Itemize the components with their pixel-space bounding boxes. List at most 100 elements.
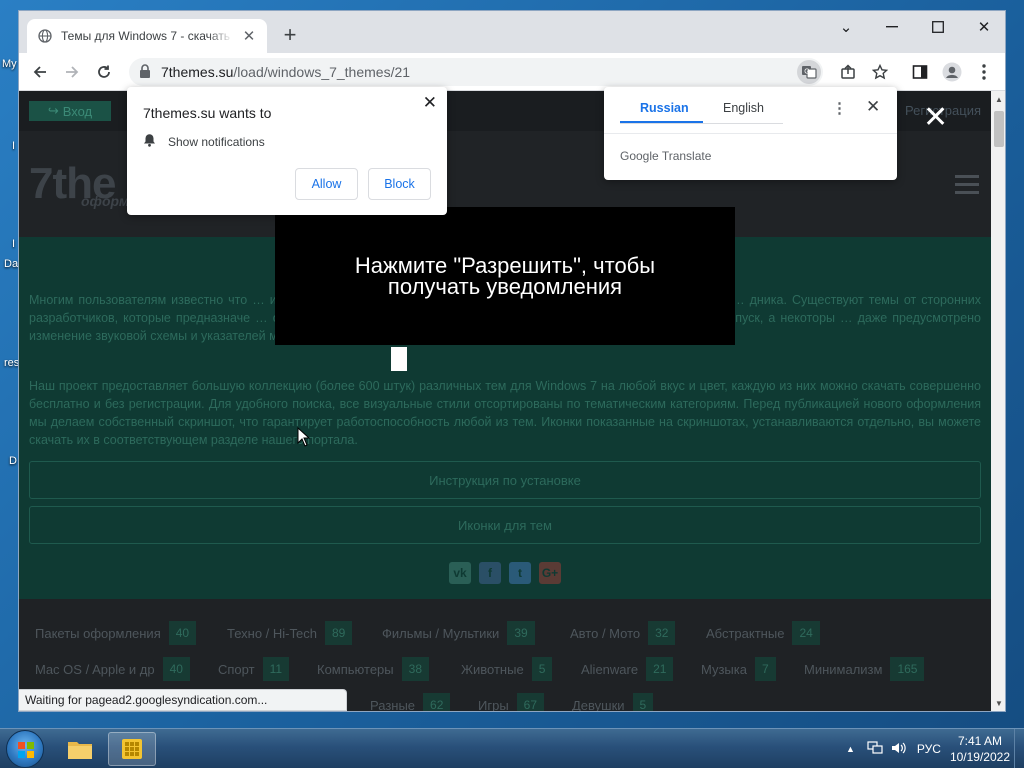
- taskbar: ▲ РУС 7:41 AM 10/19/2022: [0, 728, 1024, 768]
- reload-icon: [98, 65, 110, 78]
- desktop-icon-label[interactable]: My: [2, 58, 17, 70]
- category-name: Разные: [370, 697, 416, 712]
- category-name: Минимализм: [804, 661, 883, 677]
- category-item[interactable]: Alienware 21: [581, 657, 674, 681]
- category-item[interactable]: Минимализм 165: [804, 657, 925, 681]
- share-icon[interactable]: [833, 57, 863, 87]
- site-logo-subtitle: оформ: [81, 193, 130, 209]
- url-text[interactable]: 7themes.su/load/windows_7_themes/21: [161, 64, 410, 80]
- category-count: 11: [262, 657, 290, 681]
- desktop-icon-label[interactable]: res: [4, 357, 19, 369]
- lock-icon[interactable]: [139, 64, 151, 84]
- hamburger-menu-icon[interactable]: [955, 175, 979, 195]
- scroll-down-icon[interactable]: ▼: [995, 699, 1003, 708]
- category-item[interactable]: Музыка 7: [701, 657, 776, 681]
- category-item[interactable]: Абстрактные 24: [706, 621, 820, 645]
- facebook-icon[interactable]: f: [479, 562, 501, 584]
- show-hidden-icons-icon[interactable]: ▲: [846, 744, 855, 754]
- category-count: 67: [516, 693, 545, 711]
- desktop-icon-label[interactable]: I: [12, 140, 15, 152]
- close-icon[interactable]: ✕: [866, 97, 880, 117]
- tab-close-icon[interactable]: ✕: [241, 27, 257, 45]
- category-item[interactable]: Животные 5: [461, 657, 553, 681]
- allow-button[interactable]: Allow: [295, 168, 358, 200]
- clock-date: 10/19/2022: [949, 750, 1010, 764]
- category-item[interactable]: Разные 62: [370, 693, 451, 712]
- minimize-window-button[interactable]: [869, 11, 915, 43]
- notification-overlay: Нажмите "Разрешить", чтобы получать увед…: [275, 207, 735, 345]
- start-button[interactable]: [6, 730, 44, 768]
- svg-text:G: G: [804, 69, 809, 76]
- volume-icon[interactable]: [891, 741, 907, 758]
- language-indicator[interactable]: РУС: [917, 742, 941, 756]
- tab-title: Темы для Windows 7 - скачать те: [61, 29, 233, 43]
- overlay-message: Нажмите "Разрешить", чтобы получать увед…: [275, 255, 735, 299]
- category-item[interactable]: Пакеты оформления 40: [35, 621, 197, 645]
- tab-target-language[interactable]: English: [723, 101, 764, 115]
- browser-tab[interactable]: Темы для Windows 7 - скачать те ✕: [27, 19, 267, 53]
- reload-button[interactable]: [89, 57, 119, 87]
- category-item[interactable]: Игры 67: [478, 693, 545, 711]
- new-tab-button[interactable]: +: [277, 23, 303, 49]
- category-item[interactable]: Компьютеры 38: [317, 657, 429, 681]
- forward-button[interactable]: [57, 57, 87, 87]
- address-bar[interactable]: 7themes.su/load/windows_7_themes/21 G: [129, 58, 823, 86]
- category-name: Alienware: [581, 661, 639, 677]
- theme-icons-button[interactable]: Иконки для тем: [29, 506, 981, 544]
- close-icon: ✕: [977, 19, 991, 36]
- scroll-thumb[interactable]: [994, 111, 1004, 147]
- google-translate-brand: Google Translate: [620, 149, 712, 163]
- status-bubble: Waiting for pagead2.googlesyndication.co…: [19, 689, 347, 711]
- block-button[interactable]: Block: [368, 168, 431, 200]
- profile-avatar-icon[interactable]: [937, 57, 967, 87]
- page-scrollbar[interactable]: ▲ ▼: [991, 91, 1005, 711]
- category-name: Компьютеры: [317, 661, 394, 677]
- category-name: Животные: [461, 661, 524, 677]
- desktop-icon-label[interactable]: I: [12, 238, 15, 250]
- translate-icon[interactable]: G: [797, 60, 821, 84]
- install-guide-button[interactable]: Инструкция по установке: [29, 461, 981, 499]
- login-button[interactable]: ↪ Вход: [29, 101, 111, 121]
- category-item[interactable]: Техно / Hi-Tech 89: [227, 621, 353, 645]
- overlay-message-line2: получать уведомления: [387, 274, 623, 299]
- category-count: 40: [168, 621, 197, 645]
- show-desktop-button[interactable]: [1014, 729, 1024, 768]
- vk-icon[interactable]: vk: [449, 562, 471, 584]
- kebab-menu-icon[interactable]: [969, 57, 999, 87]
- category-count: 165: [890, 657, 925, 681]
- minimize-button[interactable]: ⌄: [823, 11, 869, 43]
- category-name: Пакеты оформления: [35, 625, 161, 641]
- star-icon[interactable]: [865, 57, 895, 87]
- network-icon[interactable]: [867, 740, 883, 758]
- category-item[interactable]: Фильмы / Мультики 39: [382, 621, 535, 645]
- project-paragraph: Наш проект предоставляет большую коллекц…: [29, 379, 981, 447]
- category-item[interactable]: Девушки 5: [572, 693, 654, 711]
- category-item[interactable]: Авто / Мото 32: [570, 621, 676, 645]
- category-count: 24: [792, 621, 820, 645]
- kebab-menu-icon[interactable]: ⋮: [832, 99, 847, 117]
- notification-permission-dialog: 7themes.su wants to ✕ Show notifications…: [127, 87, 447, 215]
- taskbar-explorer[interactable]: [56, 732, 104, 766]
- desktop-icon-label[interactable]: Da: [4, 258, 18, 270]
- scroll-up-icon[interactable]: ▲: [995, 95, 1003, 104]
- category-item[interactable]: Спорт 11: [218, 657, 290, 681]
- google-plus-icon[interactable]: G+: [539, 562, 561, 584]
- tab-strip: Темы для Windows 7 - скачать те ✕ + ⌄ ✕: [19, 11, 1005, 53]
- desktop-icon-label[interactable]: D: [9, 455, 17, 467]
- side-panel-icon[interactable]: [905, 57, 935, 87]
- app-grid-icon: [122, 739, 142, 759]
- twitter-icon[interactable]: t: [509, 562, 531, 584]
- taskbar-browser[interactable]: [108, 732, 156, 766]
- overlay-close-icon[interactable]: ✕: [923, 103, 948, 133]
- maximize-icon: [932, 21, 944, 33]
- back-button[interactable]: [25, 57, 55, 87]
- close-icon[interactable]: ✕: [423, 93, 437, 113]
- category-name: Спорт: [218, 661, 255, 677]
- clock[interactable]: 7:41 AM 10/19/2022: [950, 733, 1010, 765]
- tab-track: [620, 123, 783, 124]
- close-window-button[interactable]: ✕: [961, 11, 1005, 43]
- category-item[interactable]: Mac OS / Apple и др 40: [35, 657, 190, 681]
- system-tray: ▲ РУС: [846, 729, 941, 768]
- maximize-button[interactable]: [915, 11, 961, 43]
- tab-source-language[interactable]: Russian: [640, 101, 689, 115]
